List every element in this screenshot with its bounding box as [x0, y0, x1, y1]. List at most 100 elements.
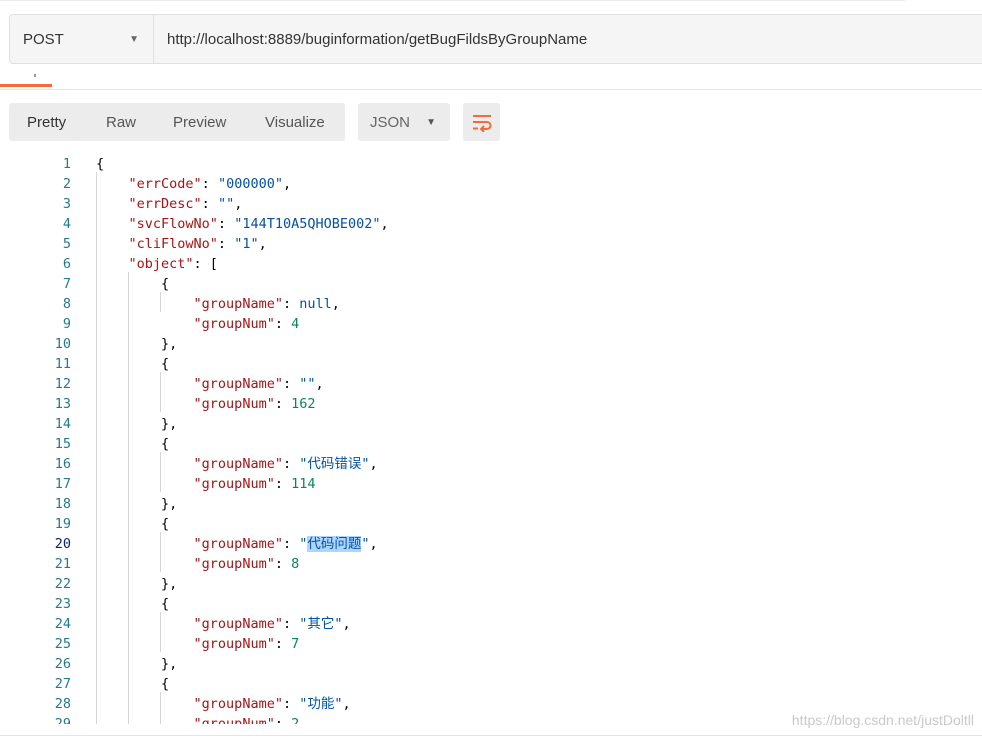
response-view-tabs: Pretty Raw Preview Visualize [9, 103, 345, 141]
method-select[interactable]: POST ▼ [10, 15, 154, 63]
line-number: 11 [54, 356, 71, 372]
line-number: 13 [54, 396, 71, 412]
code-text: "groupName": null, [193, 296, 340, 312]
code-line: 4 "svcFlowNo": "144T10A5QHOBE002", [0, 214, 982, 234]
code-line: 1{ [0, 154, 982, 174]
response-body-editor[interactable]: 1{2 "errCode": "000000", 3 "errDesc": "",… [0, 152, 982, 724]
code-text: }, [96, 656, 178, 672]
line-number: 8 [62, 296, 71, 312]
code-line: 16 "groupName": "代码错误", [0, 454, 982, 474]
code-text: "groupNum": 162 [193, 396, 316, 412]
line-number: 10 [54, 336, 71, 352]
top-divider [0, 0, 905, 1]
line-number: 4 [62, 216, 71, 232]
code-line: 24 "groupName": "其它", [0, 614, 982, 634]
code-text: { [96, 156, 105, 172]
tab-raw[interactable]: Raw [106, 114, 136, 131]
code-text: { [96, 676, 170, 692]
line-number: 21 [54, 556, 71, 572]
line-number: 20 [54, 536, 71, 552]
line-number: 29 [54, 716, 71, 724]
code-text: "cliFlowNo": "1", [128, 236, 267, 252]
line-number: 15 [54, 436, 71, 452]
code-text: "svcFlowNo": "144T10A5QHOBE002", [128, 216, 389, 232]
bottom-divider [0, 735, 982, 736]
code-text: "object": [ [128, 256, 218, 272]
code-line: 18 }, [0, 494, 982, 514]
line-number: 9 [62, 316, 71, 332]
request-bar: POST ▼ http://localhost:8889/buginformat… [9, 14, 982, 64]
line-number: 19 [54, 516, 71, 532]
code-text: "groupNum": 4 [193, 316, 300, 332]
code-line: 25 "groupNum": 7 [0, 634, 982, 654]
wrap-lines-button[interactable] [463, 103, 500, 141]
line-number: 14 [54, 416, 71, 432]
code-text: "groupNum": 2 [193, 716, 300, 724]
line-number: 16 [54, 456, 71, 472]
format-select[interactable]: JSON ▼ [358, 103, 450, 141]
tab-strip-divider [0, 89, 982, 90]
active-tab-indicator [0, 84, 52, 87]
code-line: 3 "errDesc": "", [0, 194, 982, 214]
line-number: 6 [62, 256, 71, 272]
tab-preview[interactable]: Preview [173, 114, 226, 131]
code-line: 5 "cliFlowNo": "1", [0, 234, 982, 254]
watermark: https://blog.csdn.net/justDoltll [791, 712, 974, 728]
line-number: 18 [54, 496, 71, 512]
code-text: "groupName": "代码错误", [193, 456, 378, 472]
tab-fragment [34, 74, 36, 77]
code-text: "groupName": "功能", [193, 696, 351, 712]
code-line: 19 { [0, 514, 982, 534]
line-number: 17 [54, 476, 71, 492]
line-number: 3 [62, 196, 71, 212]
format-label: JSON [370, 113, 411, 131]
code-line: 26 }, [0, 654, 982, 674]
tab-visualize[interactable]: Visualize [265, 114, 325, 131]
code-line: 11 { [0, 354, 982, 374]
code-line: 7 { [0, 274, 982, 294]
code-text: "errCode": "000000", [128, 176, 292, 192]
line-number: 28 [54, 696, 71, 712]
code-text: "groupName": "其它", [193, 616, 351, 632]
code-text: { [96, 516, 170, 532]
code-text: "errDesc": "", [128, 196, 243, 212]
caret-down-icon: ▼ [129, 33, 139, 45]
wrap-lines-icon [472, 115, 491, 132]
line-number: 7 [62, 276, 71, 292]
code-line: 12 "groupName": "", [0, 374, 982, 394]
url-text: http://localhost:8889/buginformation/get… [167, 30, 588, 48]
code-line: 23 { [0, 594, 982, 614]
code-line: 28 "groupName": "功能", [0, 694, 982, 714]
line-number: 27 [54, 676, 71, 692]
code-line: 22 }, [0, 574, 982, 594]
code-text: "groupName": "代码问题", [193, 536, 378, 552]
code-line: 20 "groupName": "代码问题", [0, 534, 982, 554]
code-text: { [96, 276, 170, 292]
method-label: POST [23, 30, 64, 48]
code-line: 8 "groupName": null, [0, 294, 982, 314]
caret-down-icon: ▼ [426, 116, 436, 128]
tab-pretty[interactable]: Pretty [27, 114, 66, 131]
line-number: 22 [54, 576, 71, 592]
code-line: 6 "object": [ [0, 254, 982, 274]
code-line: 27 { [0, 674, 982, 694]
code-text: "groupNum": 8 [193, 556, 300, 572]
code-line: 10 }, [0, 334, 982, 354]
code-text: "groupNum": 7 [193, 636, 300, 652]
code-line: 21 "groupNum": 8 [0, 554, 982, 574]
code-line: 13 "groupNum": 162 [0, 394, 982, 414]
line-number: 24 [54, 616, 71, 632]
code-text: }, [96, 496, 178, 512]
code-text: { [96, 596, 170, 612]
code-text: "groupNum": 114 [193, 476, 316, 492]
line-number: 26 [54, 656, 71, 672]
line-number: 1 [62, 156, 71, 172]
code-text: "groupName": "", [193, 376, 324, 392]
code-text: }, [96, 576, 178, 592]
code-text: }, [96, 336, 178, 352]
code-line: 9 "groupNum": 4 [0, 314, 982, 334]
code-line: 2 "errCode": "000000", [0, 174, 982, 194]
url-input[interactable]: http://localhost:8889/buginformation/get… [154, 15, 982, 63]
code-text: { [96, 436, 170, 452]
line-number: 12 [54, 376, 71, 392]
